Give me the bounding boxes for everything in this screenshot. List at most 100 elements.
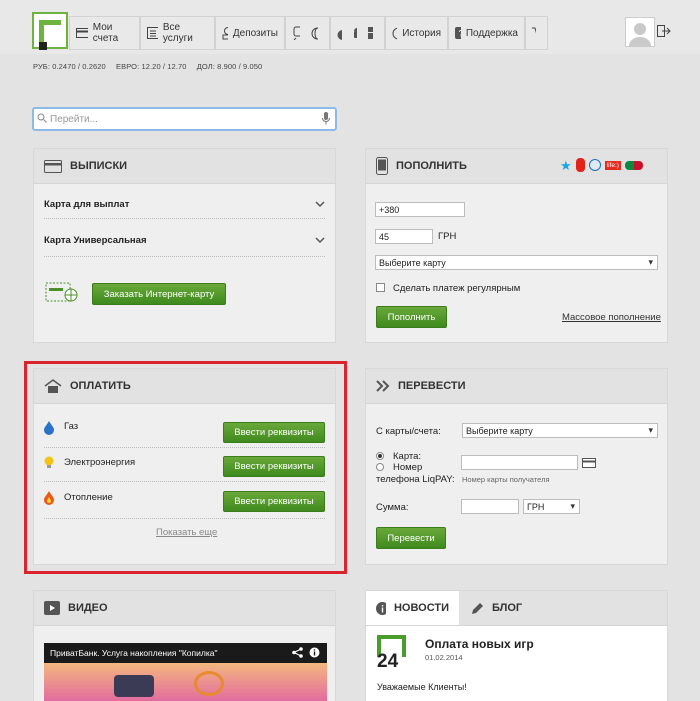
info-icon <box>376 601 386 615</box>
windows-icon <box>368 27 373 39</box>
chevron-down-icon <box>315 237 325 244</box>
kyivstar-icon: ★ <box>560 157 572 173</box>
mts-icon <box>575 158 585 172</box>
card-icon <box>76 28 88 38</box>
amount-input[interactable]: 45 <box>375 229 433 244</box>
statement-card-2[interactable]: Карта Универсальная <box>44 225 325 257</box>
cart-button[interactable] <box>525 16 548 50</box>
privatbank-logo[interactable] <box>32 12 68 50</box>
user-silhouette-icon <box>629 23 651 46</box>
nav-all-services-label: Все услуги <box>162 22 193 44</box>
utel-icon <box>588 159 601 171</box>
mass-topup-link[interactable]: Массовое пополнение <box>562 312 661 323</box>
sum-label: Сумма: <box>376 502 409 513</box>
radio-card-label: Карта: <box>393 451 422 462</box>
video-thumbnail <box>44 663 327 701</box>
statement-card-1-label: Карта для выплат <box>44 199 130 210</box>
search-box <box>32 107 337 131</box>
operator-logos: ★ life:) <box>560 158 643 172</box>
avatar[interactable] <box>625 17 655 47</box>
privat24-logo: 24 <box>377 635 406 672</box>
search-input[interactable] <box>50 111 320 128</box>
microphone-icon[interactable] <box>322 112 330 125</box>
chevron-down-icon <box>315 201 325 208</box>
globe-icon <box>311 27 318 39</box>
play-icon <box>44 601 60 615</box>
transfer-panel: ПЕРЕВЕСТИ С карты/счета: Выберите карту … <box>365 368 668 565</box>
topup-card-select-value: Выберите карту <box>379 257 446 268</box>
from-card-select[interactable]: Выберите карту <box>462 423 658 438</box>
nav-my-accounts[interactable]: Мои счета <box>69 16 140 50</box>
nav-history[interactable]: История <box>385 16 448 50</box>
transfer-header: ПЕРЕВЕСТИ <box>366 369 667 404</box>
rate-usd: ДОЛ: 8.900 / 9.050 <box>196 62 263 71</box>
topup-submit-button[interactable]: Пополнить <box>376 306 447 328</box>
share-icon[interactable] <box>292 647 303 658</box>
statement-card-2-label: Карта Универсальная <box>44 235 147 246</box>
nav-transport[interactable] <box>285 16 330 50</box>
news-date: 01.02.2014 <box>425 653 463 662</box>
from-card-label: С карты/счета: <box>376 426 441 437</box>
nav-my-accounts-label: Мои счета <box>92 22 119 44</box>
video-header: ВИДЕО <box>34 591 335 626</box>
nav-all-services[interactable]: Все услуги <box>140 16 215 50</box>
radio-card[interactable] <box>376 452 384 460</box>
exchange-rates: РУБ: 0.2470 / 0.2620 ЕВРО: 12.20 / 12.70… <box>33 62 270 71</box>
regular-payment-checkbox[interactable] <box>376 283 385 292</box>
transfer-submit-button[interactable]: Перевести <box>376 527 446 549</box>
card-icon <box>44 159 62 173</box>
svg-text:?: ? <box>458 29 460 39</box>
order-internet-card-button[interactable]: Заказать Интернет-карту <box>92 283 226 305</box>
train-icon <box>293 26 300 40</box>
logout-button[interactable] <box>657 25 671 40</box>
internet-card-icon <box>45 282 78 302</box>
nav-platforms[interactable] <box>330 16 385 50</box>
topup-currency: ГРН <box>438 231 457 242</box>
topup-card-select[interactable]: Выберите карту <box>375 255 658 270</box>
video-title: ВИДЕО <box>68 602 108 614</box>
pencil-icon <box>472 602 483 614</box>
life-label: life:) <box>604 160 621 170</box>
topup-title: ПОПОЛНИТЬ <box>396 160 467 172</box>
rate-eur: ЕВРО: 12.20 / 12.70 <box>116 62 187 71</box>
recipient-card-input[interactable] <box>461 455 578 470</box>
tab-news-label: НОВОСТИ <box>393 602 449 614</box>
regular-payment-label: Сделать платеж регулярным <box>393 283 521 294</box>
news-greeting: Уважаемые Клиенты! <box>377 682 467 692</box>
android-icon <box>353 27 358 38</box>
sum-input[interactable] <box>461 499 519 514</box>
info-icon[interactable] <box>309 647 320 658</box>
cart-icon <box>532 27 536 34</box>
statements-panel: ВЫПИСКИ Карта для выплат Карта Универсал… <box>33 148 336 343</box>
peoplenet-icon <box>624 160 643 170</box>
statement-card-1[interactable]: Карта для выплат <box>44 191 325 219</box>
card-icon[interactable] <box>582 458 596 468</box>
radio-phone-label: Номер <box>393 462 423 473</box>
phone-input[interactable]: +380 <box>375 202 465 217</box>
news-panel: НОВОСТИ БЛОГ 24 Оплата новых игр 01.02.2… <box>365 590 668 701</box>
tab-blog[interactable]: БЛОГ <box>459 591 534 625</box>
rate-rub: РУБ: 0.2470 / 0.2620 <box>33 62 106 71</box>
topup-panel: ПОПОЛНИТЬ ★ life:) +380 45 ГРН Выберите … <box>365 148 668 343</box>
radio-phone-label-2: телефона LiqPAY: <box>376 474 455 485</box>
news-headline[interactable]: Оплата новых игр <box>425 637 534 651</box>
radio-phone[interactable] <box>376 463 384 471</box>
apple-icon <box>337 29 342 40</box>
nav-support[interactable]: ? Поддержка <box>448 16 525 50</box>
statements-header: ВЫПИСКИ <box>34 149 335 184</box>
nav-support-label: Поддержка <box>465 27 518 39</box>
news-tabs: НОВОСТИ БЛОГ <box>366 591 667 626</box>
mobile-phone-icon <box>376 157 388 175</box>
transfer-currency-select[interactable]: ГРН <box>523 499 580 514</box>
tab-news[interactable]: НОВОСТИ <box>366 591 459 625</box>
nav-deposits[interactable]: Депозиты <box>215 16 285 50</box>
statements-title: ВЫПИСКИ <box>70 160 128 172</box>
from-card-select-value: Выберите карту <box>466 425 533 436</box>
transfer-currency-value: ГРН <box>527 501 545 512</box>
tab-blog-label: БЛОГ <box>492 602 523 614</box>
video-player[interactable]: ПриватБанк. Услуга накопления "Копилка" <box>44 643 327 701</box>
video-panel: ВИДЕО ПриватБанк. Услуга накопления "Коп… <box>33 590 336 701</box>
highlight-box <box>24 361 347 574</box>
recipient-card-hint: Номер карты получателя <box>462 475 550 484</box>
clock-icon <box>392 27 398 39</box>
